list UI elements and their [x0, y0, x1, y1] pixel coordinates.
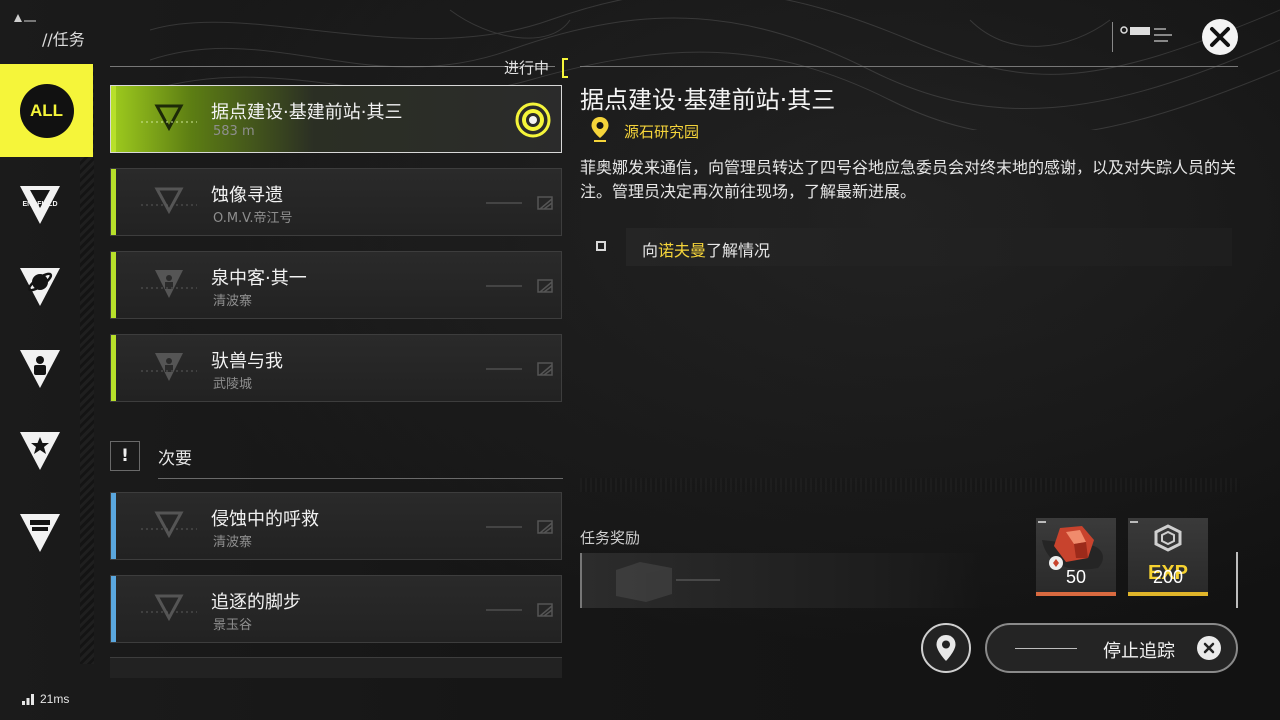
quest-triangle-icon — [141, 511, 197, 539]
orbit-icon — [20, 268, 60, 306]
tracking-target-icon[interactable] — [513, 100, 553, 140]
card-decoration-icon — [486, 279, 553, 293]
close-icon — [1210, 27, 1230, 47]
rewards-strip — [580, 553, 982, 608]
filter-endfield-button[interactable]: ENDFIELD — [0, 164, 80, 246]
rewards-scrollbar[interactable] — [1236, 552, 1238, 608]
objective-npc-name: 诺夫曼 — [658, 241, 707, 260]
filter-all-button[interactable]: ALL — [0, 64, 93, 157]
map-pin-icon — [936, 635, 956, 661]
quest-card[interactable]: 蚀像寻遗 O.M.V.帝江号 — [110, 168, 562, 236]
objective-text: 向诺夫曼了解情况 — [642, 237, 770, 261]
close-button[interactable] — [1202, 19, 1238, 55]
star-icon — [20, 432, 60, 470]
quest-location-name: 源石研究园 — [624, 123, 700, 141]
filter-building-button[interactable] — [0, 492, 80, 574]
endfield-icon: ENDFIELD — [20, 186, 60, 224]
quest-title: 据点建设·基建前站·其三 — [211, 102, 403, 123]
quest-detail-title: 据点建设·基建前站·其三 — [580, 86, 836, 114]
endfield-logo-icon — [14, 14, 36, 22]
network-signal-icon — [22, 694, 34, 705]
map-location-button[interactable] — [921, 623, 971, 673]
network-ping: 21ms — [40, 692, 70, 706]
quest-type-bar — [111, 169, 116, 235]
detail-divider — [580, 66, 1238, 67]
quest-card-active[interactable]: 据点建设·基建前站·其三 583 m — [110, 85, 562, 153]
reward-exp[interactable]: EXP 200 — [1128, 518, 1208, 596]
quest-type-bar — [111, 252, 116, 318]
filter-orbit-button[interactable] — [0, 246, 80, 328]
secondary-section-label: 次要 — [158, 449, 192, 469]
page-title: //任务 — [42, 30, 85, 49]
quest-triangle-icon — [141, 104, 197, 132]
stop-tracking-label: 停止追踪 — [1103, 641, 1175, 662]
card-decoration-icon — [486, 520, 553, 534]
quest-triangle-icon — [141, 594, 197, 622]
quest-card[interactable]: 侵蚀中的呼救 清波寨 — [110, 492, 562, 560]
card-decoration-icon — [486, 196, 553, 210]
in-progress-marker — [562, 58, 568, 78]
quest-objective: 向诺夫曼了解情况 — [580, 228, 1232, 266]
card-decoration-icon — [486, 603, 553, 617]
quest-card[interactable]: 驮兽与我 武陵城 — [110, 334, 562, 402]
list-divider — [110, 66, 555, 67]
quest-location: 景玉谷 — [213, 618, 253, 633]
quest-title: 蚀像寻遗 — [211, 185, 283, 206]
reward-amount: 50 — [1065, 567, 1087, 587]
building-icon — [20, 514, 60, 552]
quest-triangle-icon — [141, 187, 197, 215]
reward-amount: 200 — [1152, 567, 1184, 587]
quest-location: O.M.V.帝江号 — [213, 211, 293, 226]
quest-card-partial[interactable] — [110, 657, 562, 678]
location-pin-icon — [591, 117, 609, 142]
objective-suffix: 了解情况 — [706, 241, 771, 260]
quest-location: 清波寨 — [213, 535, 253, 550]
quest-location: 清波寨 — [213, 294, 253, 309]
quest-title: 追逐的脚步 — [211, 592, 301, 613]
decorative-noise-band — [580, 478, 1240, 492]
person-icon — [20, 350, 60, 388]
quest-description: 菲奥娜发来通信，向管理员转达了四号谷地应急委员会对终末地的感谢，以及对失踪人员的… — [580, 158, 1237, 201]
quest-card[interactable]: 追逐的脚步 景玉谷 — [110, 575, 562, 643]
quest-card[interactable]: 泉中客·其一 清波寨 — [110, 251, 562, 319]
filter-person-button[interactable] — [0, 328, 80, 410]
supply-box-icon — [616, 562, 720, 602]
rewards-label: 任务奖励 — [580, 529, 641, 547]
all-icon: ALL — [19, 83, 74, 138]
filter-star-button[interactable] — [0, 410, 80, 492]
quest-person-icon — [141, 270, 197, 298]
quest-type-bar — [111, 335, 116, 401]
exp-icon — [1130, 521, 1182, 552]
quest-type-bar — [111, 493, 116, 559]
quest-title: 侵蚀中的呼救 — [211, 509, 319, 530]
endfield-icon-label: ENDFIELD — [23, 201, 58, 208]
quest-type-bar — [111, 86, 116, 152]
stop-tracking-button[interactable]: 停止追踪 — [985, 623, 1238, 673]
quest-title: 驮兽与我 — [211, 351, 283, 372]
signal-status-icon — [1112, 22, 1172, 52]
close-circle-icon — [1197, 636, 1221, 660]
card-decoration-icon — [486, 362, 553, 376]
quest-type-bar — [111, 576, 116, 642]
quest-distance: 583 m — [213, 124, 255, 139]
stop-tracking-line — [1015, 648, 1077, 649]
secondary-divider — [158, 478, 563, 479]
reward-crystal[interactable]: 50 — [1036, 518, 1116, 596]
objective-prefix: 向 — [642, 241, 659, 260]
in-progress-label: 进行中 — [504, 59, 550, 77]
exclamation-icon: ! — [110, 441, 140, 471]
secondary-section-header: ! 次要 — [110, 440, 563, 480]
quest-person-icon — [141, 353, 197, 381]
objective-checkbox-icon — [596, 241, 606, 251]
quest-title: 泉中客·其一 — [211, 268, 307, 289]
quest-location: 武陵城 — [213, 377, 253, 392]
